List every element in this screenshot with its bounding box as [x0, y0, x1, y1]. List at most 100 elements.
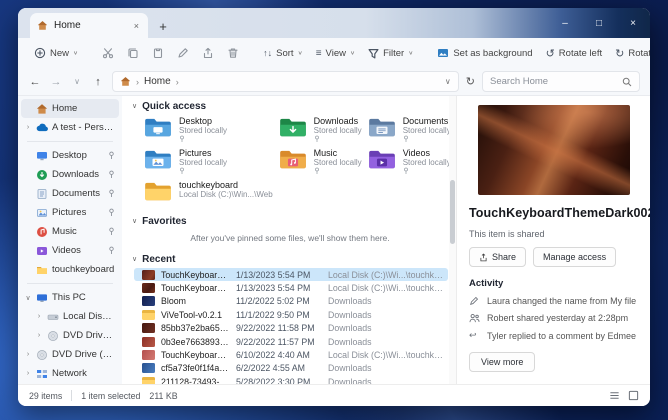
- search-input[interactable]: Search Home: [482, 71, 640, 92]
- sidebar-item-music[interactable]: Music: [21, 222, 119, 241]
- breadcrumb[interactable]: › Home › ∨: [112, 71, 459, 92]
- sidebar-item-onedrive[interactable]: › A test - Personal: [21, 118, 119, 137]
- rename-button[interactable]: [171, 43, 195, 63]
- copy-button[interactable]: [121, 43, 145, 63]
- recent-file-row[interactable]: TouchKeyboardThemeDark002 1/13/2023 5:54…: [134, 268, 448, 281]
- chevron-down-icon[interactable]: ∨: [132, 255, 137, 263]
- section-quick-access[interactable]: ∨ Quick access: [132, 99, 448, 113]
- sidebar-item-documents[interactable]: Documents: [21, 184, 119, 203]
- sidebar-item-downloads[interactable]: Downloads: [21, 165, 119, 184]
- sidebar-item-dvd-drive-2[interactable]: › DVD Drive (D:) CCC: [21, 345, 119, 364]
- chevron-down-icon[interactable]: ∨: [24, 294, 32, 302]
- new-tab-button[interactable]: +: [152, 15, 174, 37]
- delete-button[interactable]: [221, 43, 245, 63]
- recent-file-row[interactable]: 211128-73493-ConfigContextData 5/28/2022…: [134, 375, 448, 384]
- details-view-toggle-icon[interactable]: [609, 390, 620, 401]
- chevron-right-icon[interactable]: ›: [35, 313, 43, 320]
- tile-subtitle: Stored locally: [179, 158, 227, 167]
- breadcrumb-home[interactable]: Home: [144, 76, 171, 87]
- recent-file-row[interactable]: 0b3ee7663893cae75e9bd310aee59b70d78cc426…: [134, 335, 448, 348]
- tab-home[interactable]: Home ×: [30, 13, 148, 38]
- recent-file-row[interactable]: TouchKeyboardThemeDark003 1/13/2023 5:54…: [134, 281, 448, 294]
- sidebar-item-local-disk-c[interactable]: › Local Disk (C:): [21, 307, 119, 326]
- filter-icon: [368, 48, 379, 59]
- rename-icon: [177, 47, 189, 59]
- chevron-down-icon[interactable]: ∨: [132, 102, 137, 110]
- desktop-folder-icon: [144, 117, 172, 139]
- rotate-right-button[interactable]: ↻ Rotate right: [609, 43, 650, 64]
- sidebar-item-touchkeyboard[interactable]: touchkeyboard: [21, 260, 119, 279]
- close-button[interactable]: ×: [616, 8, 650, 38]
- recent-file-row[interactable]: cf5a73fe0f1f4a0cd58a38b04219a0167354f87f…: [134, 362, 448, 375]
- chevron-down-icon: ∨: [298, 50, 303, 56]
- recent-file-row[interactable]: 85bb37e2ba65556f7da07047bab330e3534c80a2…: [134, 322, 448, 335]
- chevron-right-icon[interactable]: ›: [24, 370, 32, 377]
- sidebar-item-label: Home: [52, 103, 77, 114]
- sidebar-item-network[interactable]: › Network: [21, 364, 119, 383]
- section-recent[interactable]: ∨ Recent: [132, 252, 448, 266]
- quick-access-tile-pictures[interactable]: Pictures Stored locally: [144, 148, 273, 178]
- quick-access-tile-touchkeyboard[interactable]: touchkeyboard Local Disk (C:)\Win...\Web: [144, 180, 273, 210]
- videos-folder-icon: [368, 149, 396, 171]
- sort-button[interactable]: ↑↓ Sort ∨: [257, 44, 309, 63]
- filter-button[interactable]: Filter ∨: [362, 44, 419, 63]
- share-button[interactable]: [196, 43, 220, 63]
- recent-file-row[interactable]: Bloom 11/2/2022 5:02 PM Downloads: [134, 295, 448, 308]
- refresh-button[interactable]: ↻: [466, 75, 475, 88]
- quick-access-tile-downloads[interactable]: Downloads Stored locally: [279, 116, 362, 146]
- maximize-button[interactable]: □: [582, 8, 616, 38]
- share-button[interactable]: Share: [469, 247, 526, 267]
- rotate-right-icon: ↻: [615, 47, 624, 60]
- sidebar-item-videos[interactable]: Videos: [21, 241, 119, 260]
- quick-access-tile-desktop[interactable]: Desktop Stored locally: [144, 116, 273, 146]
- rotate-left-button[interactable]: ↺ Rotate left: [540, 43, 609, 64]
- tab-close-icon[interactable]: ×: [132, 21, 141, 31]
- music-icon: [36, 226, 48, 238]
- paste-button[interactable]: [146, 43, 170, 63]
- copy-icon: [127, 47, 139, 59]
- quick-access-tile-videos[interactable]: Videos Stored locally: [368, 148, 451, 178]
- sidebar-item-this-pc[interactable]: ∨ This PC: [21, 288, 119, 307]
- reply-icon: ↩: [469, 330, 480, 341]
- image-thumbnail: [142, 270, 155, 280]
- share-icon: [479, 253, 488, 262]
- forward-button[interactable]: →: [49, 76, 63, 88]
- sidebar-item-home[interactable]: Home: [21, 99, 119, 118]
- up-button[interactable]: ↑: [91, 76, 105, 88]
- cut-button[interactable]: [96, 43, 120, 63]
- sidebar-item-pictures[interactable]: Pictures: [21, 203, 119, 222]
- section-favorites[interactable]: ∨ Favorites: [132, 214, 448, 228]
- view-button[interactable]: ≡ View ∨: [310, 44, 361, 63]
- shared-status: This item is shared: [469, 229, 638, 239]
- favorites-empty-message: After you've pinned some files, we'll sh…: [132, 228, 448, 250]
- recent-file-row[interactable]: TouchKeyboardThemeLight003 6/10/2022 4:4…: [134, 348, 448, 361]
- address-dropdown-icon[interactable]: ∨: [445, 77, 451, 86]
- minimize-button[interactable]: –: [548, 8, 582, 38]
- recent-locations-button[interactable]: ∨: [70, 77, 84, 86]
- large-icons-view-toggle-icon[interactable]: [628, 390, 639, 401]
- new-button[interactable]: New ∨: [28, 43, 84, 63]
- quick-access-tile-documents[interactable]: Documents Stored locally: [368, 116, 451, 146]
- sidebar-item-dvd-drive-1[interactable]: › DVD Drive (D:) CC: [21, 326, 119, 345]
- manage-access-button[interactable]: Manage access: [533, 247, 616, 267]
- documents-folder-icon: [368, 117, 396, 139]
- scrollbar-thumb[interactable]: [450, 180, 455, 244]
- sidebar-item-label: Music: [52, 226, 77, 237]
- home-icon: [120, 76, 131, 87]
- tile-subtitle: Local Disk (C:)\Win...\Web: [179, 190, 273, 199]
- vertical-scrollbar[interactable]: [449, 96, 456, 384]
- recent-file-row[interactable]: ViVeTool-v0.2.1 11/1/2022 9:50 PM Downlo…: [134, 308, 448, 321]
- network-icon: [36, 368, 48, 380]
- view-more-button[interactable]: View more: [469, 352, 535, 372]
- chevron-right-icon[interactable]: ›: [35, 332, 43, 339]
- chevron-right-icon[interactable]: ›: [24, 351, 32, 358]
- set-as-background-button[interactable]: Set as background: [431, 43, 538, 63]
- sidebar-item-desktop[interactable]: Desktop: [21, 146, 119, 165]
- folder-icon: [142, 310, 155, 320]
- back-button[interactable]: ←: [28, 76, 42, 88]
- activity-item: Laura changed the name from My file to M…: [469, 296, 638, 306]
- chevron-down-icon[interactable]: ∨: [132, 217, 137, 225]
- quick-access-tile-music[interactable]: Music Stored locally: [279, 148, 362, 178]
- chevron-right-icon[interactable]: ›: [24, 124, 32, 131]
- file-location: Downloads: [328, 323, 446, 333]
